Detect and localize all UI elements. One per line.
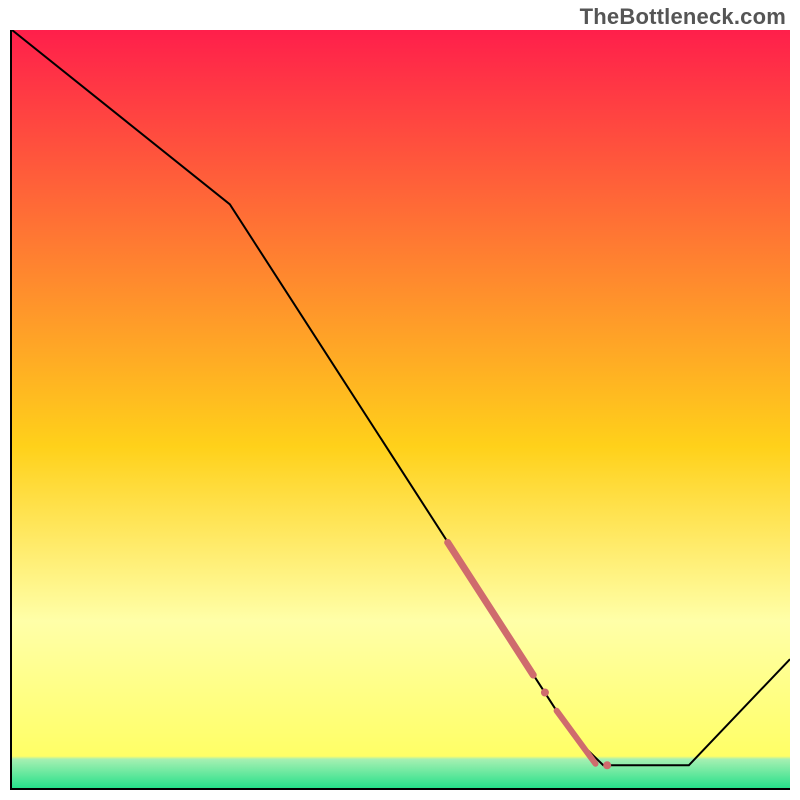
highlight-segment — [448, 542, 534, 675]
highlight-group — [448, 542, 607, 765]
chart-container: TheBottleneck.com — [0, 0, 800, 800]
plot-area — [10, 30, 790, 790]
highlight-segment — [557, 711, 596, 764]
curve-line — [12, 30, 790, 765]
watermark-text: TheBottleneck.com — [580, 4, 786, 30]
chart-overlay — [12, 30, 790, 788]
